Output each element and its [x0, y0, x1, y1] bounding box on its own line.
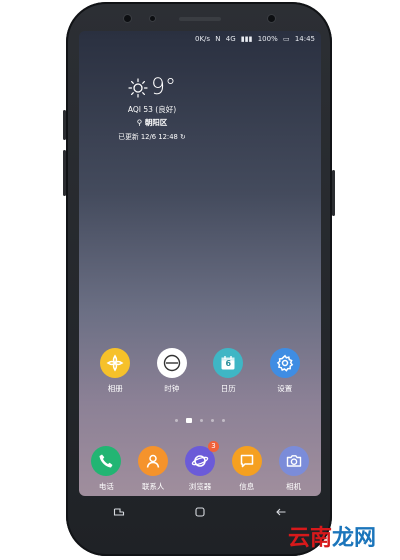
volume-button: [63, 110, 66, 140]
watermark-logo: 云南龙网: [288, 520, 376, 552]
app-label: 日历: [220, 384, 236, 393]
battery-level: 100%: [257, 35, 278, 43]
nfc-icon: N: [215, 35, 221, 43]
app-label: 相册: [107, 384, 123, 393]
location-pin-icon: ⚲: [136, 118, 143, 127]
app-dock: 电话 联系人 3 浏览器 信息 相机: [79, 441, 321, 492]
contacts-icon: [138, 446, 169, 476]
home-page-icon: [186, 418, 192, 423]
clock-icon: [156, 348, 187, 378]
page-indicator[interactable]: [79, 418, 321, 423]
page-dot: [175, 419, 178, 422]
back-arrow-icon[interactable]: [271, 502, 291, 522]
earpiece-speaker: [179, 17, 221, 21]
calendar-day: 6: [225, 359, 232, 368]
signal-icon: 4G: [225, 35, 236, 43]
app-label: 信息: [239, 482, 255, 491]
iris-sensor: [124, 15, 131, 22]
net-speed: 0K/s: [195, 35, 211, 43]
home-button-icon[interactable]: [190, 502, 210, 522]
battery-icon: ▭: [282, 35, 290, 43]
camera-icon: [278, 446, 309, 476]
messages-icon: [231, 446, 262, 476]
watermark-part2: 龙网: [331, 526, 376, 551]
status-bar: 0K/s N 4G ▮▮▮ 100% ▭ 14:45: [79, 35, 315, 45]
app-label: 电话: [98, 482, 114, 491]
watermark-part1: 云南: [287, 526, 332, 551]
app-contacts[interactable]: 联系人: [133, 446, 173, 492]
app-camera[interactable]: 相机: [274, 446, 314, 492]
temperature: 9°: [151, 75, 176, 100]
app-gallery[interactable]: 相册: [95, 348, 135, 394]
app-browser[interactable]: 3 浏览器: [180, 441, 220, 492]
app-messages[interactable]: 信息: [227, 446, 267, 492]
location-row: ⚲ 朝阳区: [107, 117, 197, 128]
recent-apps-icon[interactable]: [109, 502, 129, 522]
app-label: 设置: [277, 384, 293, 393]
calendar-icon: 6: [213, 348, 244, 378]
weather-widget[interactable]: 9° AQI 53 (良好) ⚲ 朝阳区 已更新 12/6 12:48 ↻: [107, 75, 197, 142]
browser-icon: 3: [184, 441, 219, 476]
app-settings[interactable]: 设置: [265, 348, 305, 394]
update-time: 已更新 12/6 12:48: [118, 133, 178, 141]
app-label: 时钟: [164, 384, 180, 393]
page-dot: [211, 419, 214, 422]
signal-bars-icon: ▮▮▮: [240, 35, 253, 43]
bixby-button: [63, 150, 66, 196]
front-camera: [268, 15, 275, 22]
update-row: 已更新 12/6 12:48 ↻: [107, 131, 197, 141]
phone-icon: [91, 446, 122, 476]
home-screen: 0K/s N 4G ▮▮▮ 100% ▭ 14:45 9° AQI 53 (良好…: [79, 31, 321, 496]
proximity-sensor: [150, 16, 155, 21]
sunny-icon: [128, 78, 148, 98]
notification-badge: 3: [207, 441, 219, 452]
settings-icon: [269, 348, 300, 378]
location-name: 朝阳区: [144, 118, 168, 127]
app-label: 相机: [286, 482, 302, 491]
app-label: 联系人: [141, 482, 165, 491]
app-calendar[interactable]: 6 日历: [208, 348, 248, 394]
app-grid: 相册 时钟 6 日历 设置: [79, 348, 321, 394]
refresh-icon[interactable]: ↻: [180, 133, 186, 141]
app-clock[interactable]: 时钟: [152, 348, 192, 394]
power-button: [332, 170, 335, 216]
page-dot: [222, 419, 225, 422]
page-dot: [200, 419, 203, 422]
app-label: 浏览器: [188, 482, 212, 491]
gallery-icon: [100, 348, 131, 378]
app-phone[interactable]: 电话: [86, 446, 126, 492]
clock-time: 14:45: [294, 35, 315, 43]
navigation-bar: [79, 500, 321, 524]
air-quality: AQI 53 (良好): [127, 105, 177, 114]
